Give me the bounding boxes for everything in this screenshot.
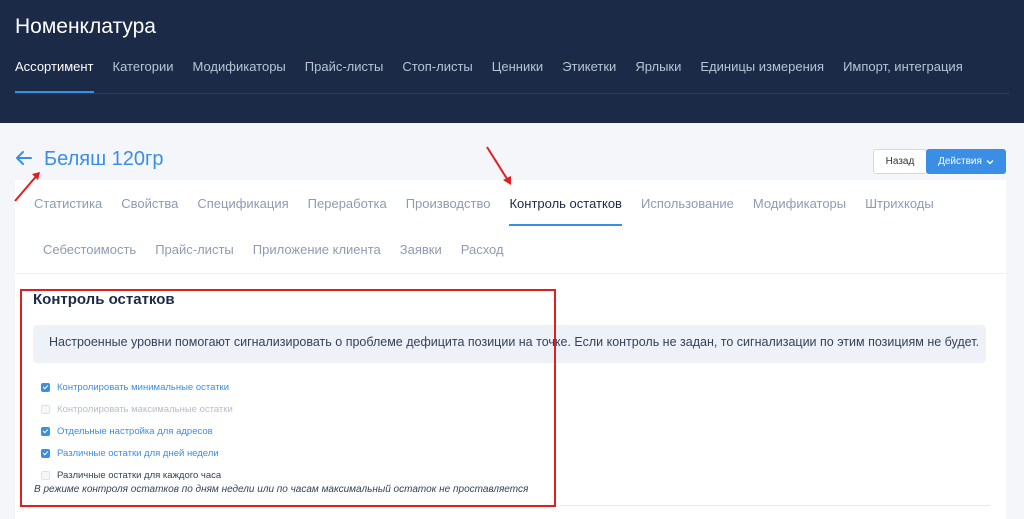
tabs-row-2: Себестоимость Прайс-листы Приложение кли…: [43, 234, 523, 257]
tab-requests[interactable]: Заявки: [400, 234, 442, 257]
tab-stock-control[interactable]: Контроль остатков: [509, 180, 622, 226]
tab-consumption[interactable]: Расход: [461, 234, 504, 257]
tab-price-lists[interactable]: Прайс-листы: [155, 234, 234, 257]
per-hour-label[interactable]: Различные остатки для каждого часа: [57, 470, 221, 481]
top-nav-item-assortment[interactable]: Ассортимент: [15, 59, 94, 93]
actions-button-label: Действия: [938, 156, 982, 167]
top-nav-item-stop-lists[interactable]: Стоп-листы: [402, 59, 472, 93]
top-nav-item-modifiers[interactable]: Модификаторы: [193, 59, 286, 93]
tab-specification[interactable]: Спецификация: [197, 180, 288, 226]
info-alert: Настроенные уровни помогают сигнализиров…: [33, 325, 986, 363]
option-per-weekday: Различные остатки для дней недели: [41, 442, 233, 464]
option-min-stock: Контролировать минимальные остатки: [41, 376, 233, 398]
top-nav-item-price-lists[interactable]: Прайс-листы: [305, 59, 384, 93]
top-nav-item-import[interactable]: Импорт, интеграция: [843, 59, 963, 93]
top-nav-item-tags[interactable]: Ярлыки: [635, 59, 681, 93]
tab-properties[interactable]: Свойства: [121, 180, 178, 226]
tab-cost[interactable]: Себестоимость: [43, 234, 136, 257]
item-card: Статистика Свойства Спецификация Перераб…: [15, 180, 1006, 519]
back-button[interactable]: Назад: [873, 149, 927, 174]
chevron-down-icon: [986, 159, 994, 164]
header-divider: [15, 93, 1009, 94]
tab-modifiers[interactable]: Модификаторы: [753, 180, 846, 226]
tab-barcodes[interactable]: Штрихкоды: [865, 180, 934, 226]
top-nav-item-labels[interactable]: Этикетки: [562, 59, 616, 93]
top-nav-item-categories[interactable]: Категории: [113, 59, 174, 93]
page-title: Беляш 120гр: [44, 148, 164, 170]
stock-note: В режиме контроля остатков по дням недел…: [34, 484, 529, 495]
max-stock-checkbox[interactable]: [41, 404, 50, 414]
tab-processing[interactable]: Переработка: [308, 180, 387, 226]
tabs-row-1: Статистика Свойства Спецификация Перераб…: [34, 180, 953, 226]
per-address-label[interactable]: Отдельные настройка для адресов: [57, 426, 213, 437]
per-address-checkbox[interactable]: [41, 426, 50, 436]
actions-button[interactable]: Действия: [926, 149, 1006, 174]
stock-options-list: Контролировать минимальные остатки Контр…: [41, 376, 233, 486]
tab-statistics[interactable]: Статистика: [34, 180, 102, 226]
per-weekday-checkbox[interactable]: [41, 448, 50, 458]
top-nav-item-price-tags[interactable]: Ценники: [492, 59, 543, 93]
app-header: Номенклатура Ассортимент Категории Модиф…: [0, 0, 1024, 123]
top-nav: Ассортимент Категории Модификаторы Прайс…: [15, 59, 982, 93]
section-title: Контроль остатков: [33, 291, 175, 308]
per-hour-checkbox[interactable]: [41, 470, 50, 480]
top-nav-item-units[interactable]: Единицы измерения: [700, 59, 824, 93]
tab-production[interactable]: Производство: [406, 180, 491, 226]
app-title: Номенклатура: [15, 15, 156, 38]
content-divider: [560, 505, 990, 506]
option-per-address: Отдельные настройка для адресов: [41, 420, 233, 442]
option-per-hour: Различные остатки для каждого часа: [41, 464, 233, 486]
per-weekday-label[interactable]: Различные остатки для дней недели: [57, 448, 219, 459]
arrow-left-icon[interactable]: [16, 150, 32, 168]
tab-client-app[interactable]: Приложение клиента: [253, 234, 381, 257]
min-stock-checkbox[interactable]: [41, 382, 50, 392]
option-max-stock: Контролировать максимальные остатки: [41, 398, 233, 420]
tabs-divider: [15, 273, 1006, 274]
max-stock-label[interactable]: Контролировать максимальные остатки: [57, 404, 233, 415]
tab-usage[interactable]: Использование: [641, 180, 734, 226]
min-stock-label[interactable]: Контролировать минимальные остатки: [57, 382, 229, 393]
